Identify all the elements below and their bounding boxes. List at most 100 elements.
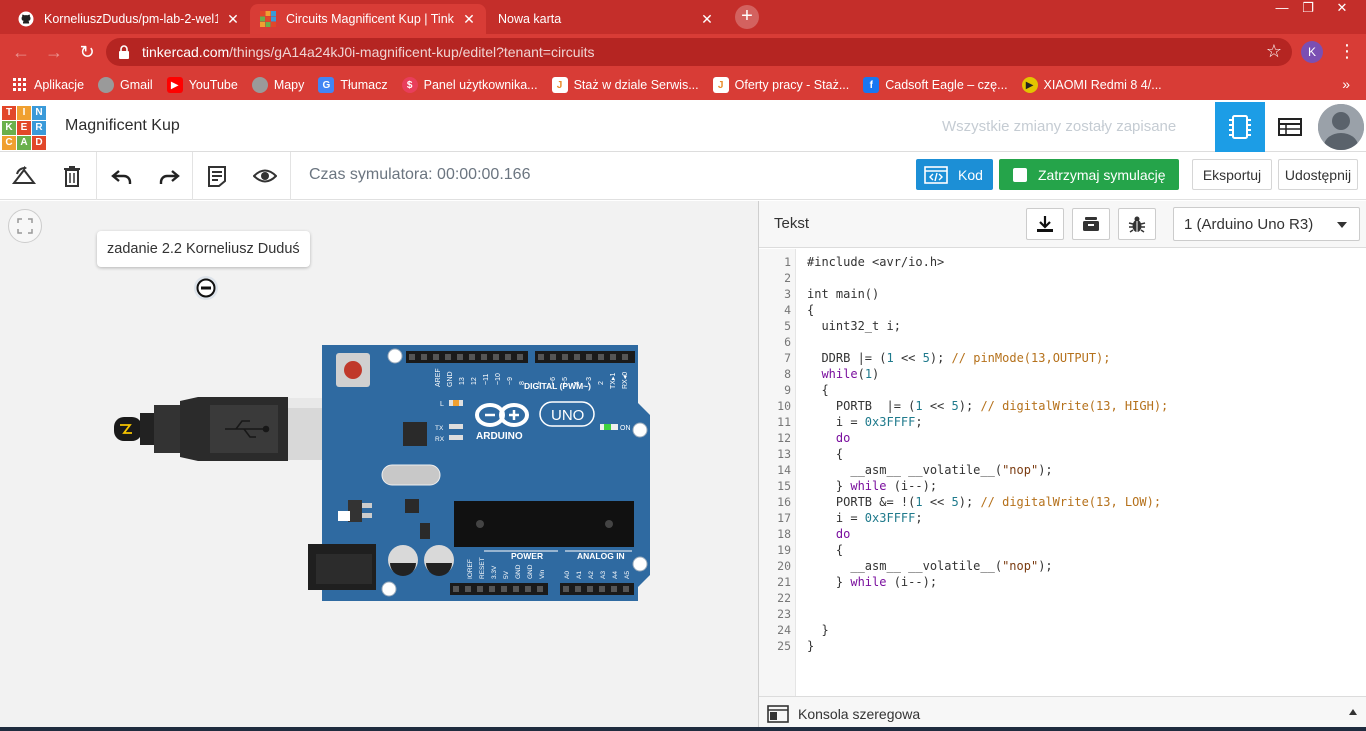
reload-icon[interactable]: ↻ bbox=[76, 41, 98, 63]
close-icon[interactable]: ✕ bbox=[462, 11, 476, 28]
tinkercad-logo[interactable]: T I N K E R C A D bbox=[2, 106, 46, 150]
note-collapse-icon[interactable] bbox=[194, 276, 218, 300]
smd-chip bbox=[420, 523, 430, 539]
profile-avatar[interactable]: K bbox=[1301, 41, 1323, 63]
code-line: { bbox=[807, 543, 844, 557]
chevron-up-icon[interactable] bbox=[1349, 709, 1357, 715]
code-line: { bbox=[807, 303, 815, 317]
code-line: i = 0x3FFFF; bbox=[807, 511, 923, 525]
tab-title: Nowa karta bbox=[498, 12, 562, 26]
bookmark-maps[interactable]: Mapy bbox=[251, 77, 304, 93]
bookmark-youtube[interactable]: ▶ YouTube bbox=[166, 77, 238, 93]
download-icon bbox=[1037, 216, 1053, 232]
url-path: /things/gA14a24kJ0i-magnificent-kup/edit… bbox=[229, 44, 595, 60]
analog-label: ANALOG IN bbox=[577, 551, 625, 561]
github-icon bbox=[18, 11, 34, 27]
browser-tab-tinkercad[interactable]: Circuits Magnificent Kup | Tinkercad ✕ bbox=[250, 4, 486, 34]
url-text: tinkercad.com/things/gA14a24kJ0i-magnifi… bbox=[142, 44, 595, 60]
fit-view-button[interactable] bbox=[8, 209, 42, 243]
url-field[interactable]: tinkercad.com/things/gA14a24kJ0i-magnifi… bbox=[106, 38, 1292, 66]
regulator-pin bbox=[362, 513, 372, 518]
export-button[interactable]: Eksportuj bbox=[1192, 159, 1272, 190]
debugger-button[interactable] bbox=[1118, 208, 1156, 240]
line-number: 12 bbox=[777, 431, 791, 445]
regulator-pin bbox=[362, 503, 372, 508]
arduino-uno-board[interactable]: AREF GND 13 12 ~11 ~10 ~9 8 7 ~6 ~5 4 ~3… bbox=[110, 341, 655, 606]
led-on-lit bbox=[604, 424, 611, 430]
facebook-icon: f bbox=[863, 77, 880, 93]
line-number: 15 bbox=[777, 479, 791, 493]
forward-icon[interactable]: → bbox=[43, 41, 65, 63]
chevron-down-icon bbox=[1337, 222, 1347, 228]
circuit-icon bbox=[1229, 115, 1251, 139]
bookmark-translate[interactable]: G Tłumacz bbox=[318, 77, 388, 93]
bookmark-oferty[interactable]: J Oferty pracy - Staż... bbox=[712, 77, 850, 93]
bookmark-xiaomi[interactable]: ▶ XIAOMI Redmi 8 4/... bbox=[1021, 77, 1162, 93]
restore-icon[interactable]: ❐ bbox=[1296, 0, 1320, 18]
line-number: 1 bbox=[784, 255, 791, 269]
bookmark-panel[interactable]: $ Panel użytkownika... bbox=[401, 77, 538, 93]
analog-header[interactable] bbox=[560, 583, 634, 595]
menu-kebab-icon[interactable]: ⋮ bbox=[1338, 40, 1356, 62]
eye-icon bbox=[253, 169, 277, 183]
back-icon[interactable]: ← bbox=[10, 41, 32, 63]
window-close-icon[interactable]: ✕ bbox=[1330, 0, 1354, 18]
bookmark-apps[interactable]: Aplikacje bbox=[12, 77, 84, 93]
redo-button[interactable] bbox=[155, 162, 183, 190]
power-jack-inner bbox=[316, 554, 372, 584]
code-line: { bbox=[807, 383, 829, 397]
browser-tab-new[interactable]: Nowa karta ✕ bbox=[488, 4, 724, 34]
rotate-button[interactable] bbox=[10, 162, 38, 190]
undo-icon bbox=[111, 170, 132, 184]
canvas-note[interactable]: zadanie 2.2 Korneliusz Duduś bbox=[97, 231, 310, 267]
code-button[interactable]: Kod bbox=[916, 159, 993, 190]
line-number: 2 bbox=[784, 271, 791, 285]
code-mode-label[interactable]: Tekst bbox=[774, 215, 809, 232]
code-line: do bbox=[835, 431, 851, 445]
project-title[interactable]: Magnificent Kup bbox=[65, 117, 180, 135]
serial-console-bar[interactable]: Konsola szeregowa bbox=[759, 696, 1366, 731]
pin-label-10: ~10 bbox=[495, 373, 502, 385]
close-icon[interactable]: ✕ bbox=[700, 11, 714, 28]
code-line: DDRB |= (1 << 5); // pinMode(13,OUTPUT); bbox=[807, 351, 1111, 365]
translate-icon: G bbox=[318, 77, 335, 93]
user-avatar[interactable] bbox=[1318, 104, 1364, 150]
library-button[interactable] bbox=[1072, 208, 1110, 240]
line-number: 24 bbox=[777, 623, 791, 637]
reset-button-cap[interactable] bbox=[344, 361, 362, 379]
delete-button[interactable] bbox=[58, 162, 86, 190]
code-line: } bbox=[807, 639, 815, 653]
bookmark-label: Tłumacz bbox=[340, 78, 388, 92]
bookmark-gmail[interactable]: Gmail bbox=[98, 77, 153, 93]
notes-button[interactable] bbox=[203, 162, 231, 190]
line-number: 10 bbox=[777, 399, 791, 413]
share-button[interactable]: Udostępnij bbox=[1278, 159, 1358, 190]
minimize-icon[interactable]: — bbox=[1270, 0, 1294, 18]
circuit-view-button[interactable] bbox=[1215, 102, 1265, 152]
bookmark-star-icon[interactable]: ☆ bbox=[1266, 41, 1282, 62]
device-select[interactable]: 1 (Arduino Uno R3) bbox=[1173, 207, 1360, 241]
bookmark-staz[interactable]: J Staż w dziale Serwis... bbox=[551, 77, 699, 93]
undo-button[interactable] bbox=[108, 162, 136, 190]
browser-tab-github[interactable]: KorneliuszDudus/pm-lab-2-wel1 ✕ bbox=[8, 4, 250, 34]
new-tab-button[interactable]: + bbox=[735, 5, 759, 29]
bookmark-label: Oferty pracy - Staż... bbox=[734, 78, 850, 92]
on-label: ON bbox=[620, 425, 631, 432]
download-button[interactable] bbox=[1026, 208, 1064, 240]
line-number: 8 bbox=[784, 367, 791, 381]
pin-label-aref: AREF bbox=[435, 368, 442, 387]
visibility-button[interactable] bbox=[251, 162, 279, 190]
chip-dot bbox=[605, 520, 613, 528]
circuit-canvas[interactable]: zadanie 2.2 Korneliusz Duduś AREF GND 13… bbox=[0, 201, 758, 731]
app-header: T I N K E R C A D Magnificent Kup Wszyst… bbox=[0, 102, 1366, 152]
bookmarks-more-icon[interactable]: » bbox=[1342, 76, 1350, 92]
schematic-view-button[interactable] bbox=[1265, 102, 1315, 152]
bookmark-cadsoft[interactable]: f Cadsoft Eagle – czę... bbox=[863, 77, 1008, 93]
close-icon[interactable]: ✕ bbox=[226, 11, 240, 28]
stop-simulation-button[interactable]: Zatrzymaj symulację bbox=[999, 159, 1179, 190]
code-editor[interactable]: 1 2 3 4 5 6 7 8 9 10 11 12 13 14 15 16 1… bbox=[759, 249, 1366, 696]
led-rx bbox=[449, 435, 463, 440]
logo-letter: R bbox=[32, 121, 46, 135]
power-header[interactable] bbox=[450, 583, 548, 595]
pin-label-3v3: 3.3V bbox=[491, 565, 498, 579]
